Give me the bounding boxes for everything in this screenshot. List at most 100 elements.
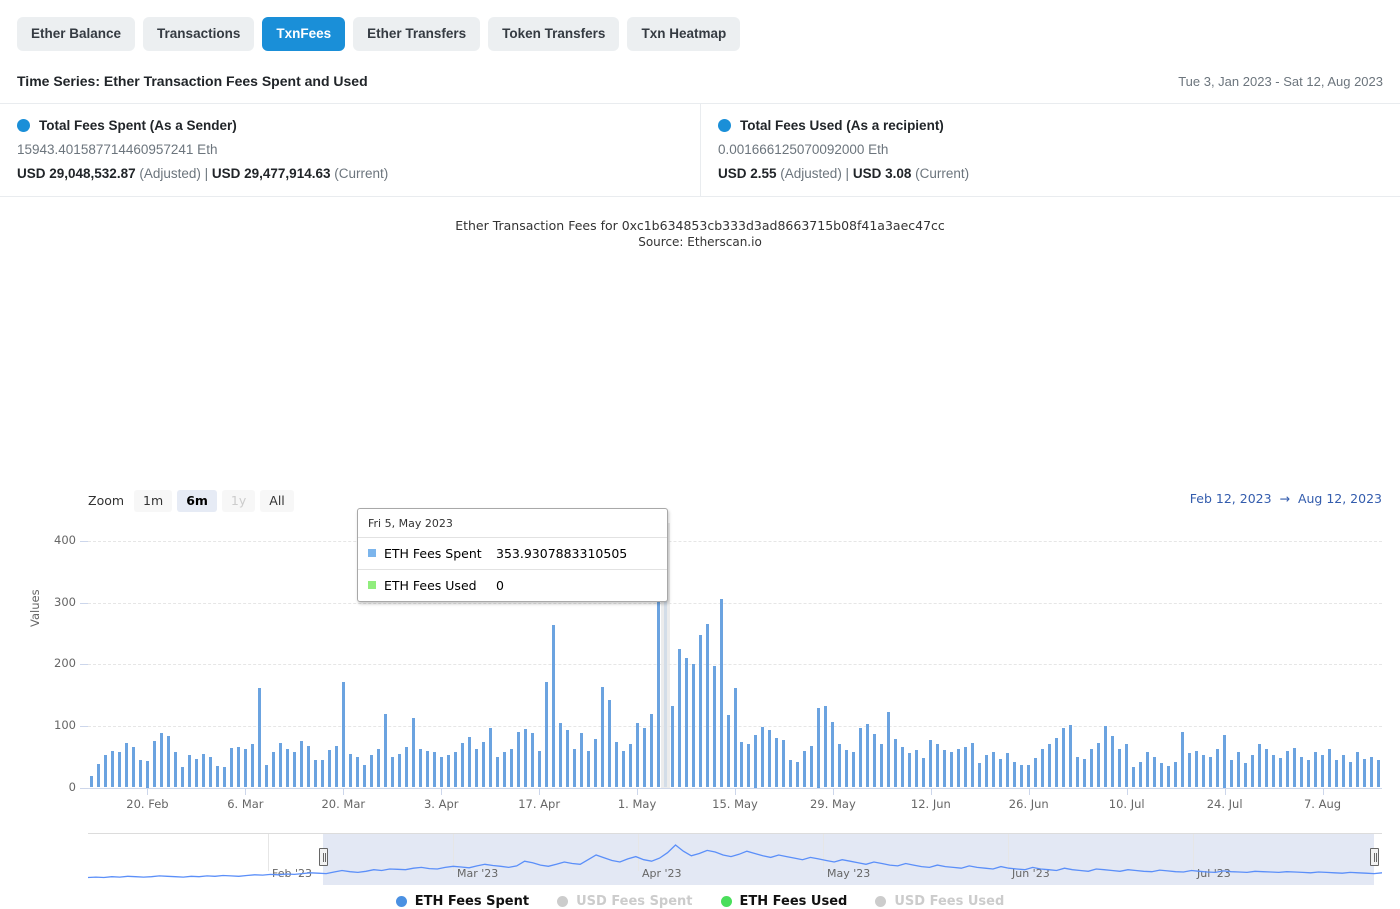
bar[interactable] bbox=[481, 741, 485, 788]
bar[interactable] bbox=[593, 738, 597, 788]
bar[interactable] bbox=[1153, 756, 1157, 788]
bar[interactable] bbox=[810, 746, 814, 788]
bar[interactable] bbox=[775, 738, 779, 788]
bar[interactable] bbox=[1300, 756, 1304, 788]
bar[interactable] bbox=[1013, 761, 1017, 788]
bar[interactable] bbox=[453, 751, 457, 788]
bar[interactable] bbox=[313, 759, 317, 788]
bar[interactable] bbox=[411, 718, 415, 788]
bar[interactable] bbox=[1377, 760, 1380, 788]
bar[interactable] bbox=[894, 738, 898, 788]
bar[interactable] bbox=[1118, 749, 1122, 788]
bar[interactable] bbox=[103, 755, 107, 788]
bar[interactable] bbox=[271, 751, 275, 788]
bar[interactable] bbox=[677, 648, 681, 788]
bar[interactable] bbox=[236, 746, 240, 788]
bar[interactable] bbox=[558, 723, 562, 788]
bar[interactable] bbox=[348, 753, 352, 788]
bar[interactable] bbox=[117, 751, 121, 788]
bar[interactable] bbox=[460, 742, 464, 788]
bar[interactable] bbox=[1062, 727, 1066, 788]
bar[interactable] bbox=[1090, 748, 1094, 788]
bar[interactable] bbox=[1272, 755, 1276, 788]
bar[interactable] bbox=[488, 728, 492, 788]
bar[interactable] bbox=[754, 734, 758, 788]
bar[interactable] bbox=[334, 745, 338, 788]
bar[interactable] bbox=[873, 733, 877, 788]
bar[interactable] bbox=[257, 688, 261, 788]
bar[interactable] bbox=[628, 744, 632, 788]
bar[interactable] bbox=[1069, 724, 1073, 788]
bar[interactable] bbox=[1223, 734, 1227, 788]
bar[interactable] bbox=[208, 756, 212, 788]
bar[interactable] bbox=[908, 752, 912, 788]
bar[interactable] bbox=[565, 729, 569, 788]
bar[interactable] bbox=[509, 748, 513, 788]
bar[interactable] bbox=[1258, 744, 1262, 788]
bar[interactable] bbox=[292, 751, 296, 788]
bar[interactable] bbox=[985, 755, 989, 788]
bar[interactable] bbox=[936, 743, 940, 788]
bar[interactable] bbox=[1356, 751, 1360, 788]
range-navigator[interactable]: Feb '23 Mar '23 Apr '23 May '23 Jun '23 Jul '… bbox=[88, 832, 1382, 885]
bar[interactable] bbox=[152, 740, 156, 788]
tab-ether-transfers[interactable]: Ether Transfers bbox=[353, 17, 481, 51]
bar[interactable] bbox=[1181, 732, 1185, 788]
bar[interactable] bbox=[1335, 759, 1339, 788]
bar[interactable] bbox=[397, 754, 401, 788]
bar[interactable] bbox=[992, 752, 996, 788]
bar[interactable] bbox=[621, 750, 625, 788]
bar[interactable] bbox=[719, 598, 723, 788]
bar[interactable] bbox=[243, 748, 247, 788]
bar[interactable] bbox=[768, 730, 772, 788]
bar[interactable] bbox=[1321, 755, 1325, 788]
bar[interactable] bbox=[1055, 737, 1059, 788]
bar[interactable] bbox=[278, 742, 282, 788]
bar[interactable] bbox=[376, 748, 380, 788]
bar[interactable] bbox=[747, 743, 751, 788]
legend-item-usd-fees-used[interactable]: USD Fees Used bbox=[875, 894, 1004, 909]
bar[interactable] bbox=[495, 756, 499, 788]
bar[interactable] bbox=[299, 740, 303, 788]
bar[interactable] bbox=[96, 764, 100, 788]
bar[interactable] bbox=[502, 752, 506, 788]
bar[interactable] bbox=[229, 748, 233, 788]
bar[interactable] bbox=[1244, 762, 1248, 788]
bar[interactable] bbox=[1111, 735, 1115, 788]
tab-transactions[interactable]: Transactions bbox=[143, 17, 255, 51]
bar[interactable] bbox=[600, 687, 604, 788]
bar[interactable] bbox=[124, 743, 128, 788]
bar[interactable] bbox=[1279, 757, 1283, 788]
bar[interactable] bbox=[789, 760, 793, 788]
bar[interactable] bbox=[922, 757, 926, 788]
bar[interactable] bbox=[852, 751, 856, 788]
bar[interactable] bbox=[1342, 755, 1346, 788]
bar[interactable] bbox=[446, 755, 450, 788]
bar[interactable] bbox=[712, 666, 716, 788]
bar[interactable] bbox=[761, 727, 765, 788]
bar[interactable] bbox=[971, 743, 975, 788]
bar[interactable] bbox=[432, 752, 436, 788]
bar[interactable] bbox=[1293, 748, 1297, 788]
bar[interactable] bbox=[964, 747, 968, 788]
bar[interactable] bbox=[684, 658, 688, 788]
bar[interactable] bbox=[222, 767, 226, 788]
bar[interactable] bbox=[572, 749, 576, 788]
bar[interactable] bbox=[320, 760, 324, 788]
bar[interactable] bbox=[831, 721, 835, 788]
bar[interactable] bbox=[439, 757, 443, 788]
bar[interactable] bbox=[670, 705, 674, 788]
bar[interactable] bbox=[215, 765, 219, 788]
bar[interactable] bbox=[901, 746, 905, 788]
bar[interactable] bbox=[418, 748, 422, 788]
bar[interactable] bbox=[726, 715, 730, 788]
bar[interactable] bbox=[1006, 752, 1010, 788]
tab-txnfees[interactable]: TxnFees bbox=[262, 17, 346, 51]
bar[interactable] bbox=[1041, 748, 1045, 788]
bar[interactable] bbox=[859, 728, 863, 788]
bar[interactable] bbox=[649, 714, 653, 788]
bar[interactable] bbox=[1034, 757, 1038, 788]
bar[interactable] bbox=[404, 746, 408, 788]
bar[interactable] bbox=[537, 750, 541, 788]
navigator-handle-right[interactable] bbox=[1370, 847, 1379, 866]
